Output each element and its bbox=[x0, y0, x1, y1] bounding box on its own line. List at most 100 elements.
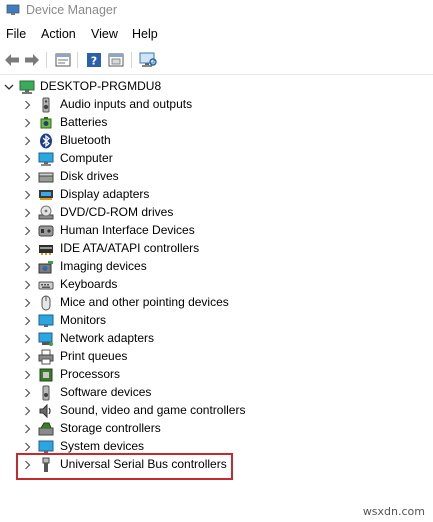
tree-category-row[interactable]: Software devices bbox=[0, 384, 433, 402]
tree-category-row[interactable]: Computer bbox=[0, 150, 433, 168]
tree-category-label: Processors bbox=[60, 367, 121, 381]
tree-category-label: Software devices bbox=[60, 385, 152, 399]
chevron-right-icon[interactable] bbox=[21, 260, 33, 274]
chevron-right-icon[interactable] bbox=[21, 278, 33, 292]
watermark-text: wsxdn.com bbox=[362, 505, 425, 518]
camera-icon bbox=[38, 261, 53, 274]
properties-button[interactable] bbox=[53, 50, 73, 70]
tree-category-row[interactable]: Storage controllers bbox=[0, 420, 433, 438]
computer-root-icon bbox=[19, 80, 35, 94]
tree-category-row[interactable]: Keyboards bbox=[0, 276, 433, 294]
tree-category-label: Storage controllers bbox=[60, 421, 161, 435]
tree-category-label: Network adapters bbox=[60, 331, 155, 345]
tree-category-row[interactable]: Print queues bbox=[0, 348, 433, 366]
printer-icon bbox=[38, 349, 54, 365]
chevron-right-icon[interactable] bbox=[21, 440, 33, 454]
chevron-right-icon[interactable] bbox=[21, 152, 33, 166]
tree-category-label: DVD/CD-ROM drives bbox=[60, 205, 174, 219]
chevron-right-icon[interactable] bbox=[21, 350, 33, 364]
tree-category-label: Keyboards bbox=[60, 277, 118, 291]
tree-category-label: Imaging devices bbox=[60, 259, 147, 273]
menu-help[interactable]: Help bbox=[132, 27, 158, 41]
menu-view[interactable]: View bbox=[91, 27, 118, 41]
tree-category-row[interactable]: Human Interface Devices bbox=[0, 222, 433, 240]
chevron-right-icon[interactable] bbox=[21, 98, 33, 112]
chevron-right-icon[interactable] bbox=[21, 242, 33, 256]
tree-category-row[interactable]: Mice and other pointing devices bbox=[0, 294, 433, 312]
tree-category-label: Display adapters bbox=[60, 187, 150, 201]
tree-category-row[interactable]: Disk drives bbox=[0, 168, 433, 186]
disk-drive-icon bbox=[38, 172, 54, 183]
help-icon: ? bbox=[87, 53, 101, 68]
network-adapter-icon bbox=[38, 332, 53, 346]
chevron-right-icon[interactable] bbox=[21, 332, 33, 346]
show-hidden-icon bbox=[108, 53, 124, 67]
menu-file[interactable]: File bbox=[6, 27, 26, 41]
menu-action[interactable]: Action bbox=[41, 27, 76, 41]
chevron-right-icon[interactable] bbox=[21, 386, 33, 400]
show-hidden-button[interactable] bbox=[106, 50, 126, 70]
tree-category-row[interactable]: Bluetooth bbox=[0, 132, 433, 150]
chevron-right-icon[interactable] bbox=[21, 314, 33, 328]
tree-category-label: Print queues bbox=[60, 349, 128, 363]
tree-category-row[interactable]: Audio inputs and outputs bbox=[0, 96, 433, 114]
tree-category-row[interactable]: DVD/CD-ROM drives bbox=[0, 204, 433, 222]
tree-category-label: Mice and other pointing devices bbox=[60, 295, 229, 309]
chevron-right-icon[interactable] bbox=[21, 134, 33, 148]
chevron-right-icon[interactable] bbox=[21, 368, 33, 382]
tree-root-node[interactable]: DESKTOP-PRGMDU8 bbox=[0, 78, 433, 96]
tree-category-label: Audio inputs and outputs bbox=[60, 97, 193, 111]
properties-icon bbox=[55, 53, 71, 67]
tree-category-label: Computer bbox=[60, 151, 113, 165]
tree-category-row[interactable]: Batteries bbox=[0, 114, 433, 132]
speaker-icon bbox=[42, 97, 50, 113]
chevron-right-icon[interactable] bbox=[21, 224, 33, 238]
tree-category-row[interactable]: Processors bbox=[0, 366, 433, 384]
ide-controller-icon bbox=[39, 245, 53, 255]
chevron-right-icon[interactable] bbox=[21, 206, 33, 220]
tree-root-label: DESKTOP-PRGMDU8 bbox=[40, 79, 162, 93]
toolbar-separator bbox=[131, 52, 132, 68]
toolbar-separator bbox=[46, 52, 47, 68]
chevron-down-icon[interactable] bbox=[3, 80, 15, 94]
window-title: Device Manager bbox=[26, 3, 118, 17]
back-icon bbox=[5, 54, 19, 66]
monitor-icon bbox=[38, 314, 54, 327]
computer-icon bbox=[38, 152, 54, 166]
tree-category-row[interactable]: IDE ATA/ATAPI controllers bbox=[0, 240, 433, 258]
help-button[interactable]: ? bbox=[84, 50, 104, 70]
dvd-icon bbox=[38, 205, 54, 220]
software-device-icon bbox=[42, 385, 50, 401]
processor-icon bbox=[39, 368, 53, 382]
chevron-right-icon[interactable] bbox=[21, 188, 33, 202]
tree-category-row[interactable]: Imaging devices bbox=[0, 258, 433, 276]
forward-button[interactable] bbox=[22, 50, 42, 70]
tree-category-label: Disk drives bbox=[60, 169, 119, 183]
tree-category-label: Sound, video and game controllers bbox=[60, 403, 246, 417]
scan-hardware-button[interactable] bbox=[138, 50, 158, 70]
bluetooth-icon bbox=[40, 133, 52, 149]
back-button[interactable] bbox=[2, 50, 22, 70]
tree-category-row[interactable]: Monitors bbox=[0, 312, 433, 330]
chevron-right-icon[interactable] bbox=[21, 296, 33, 310]
menu-bar: File Action View Help bbox=[0, 24, 433, 46]
hid-icon bbox=[38, 225, 54, 237]
mouse-icon bbox=[41, 295, 51, 311]
tree-category-label: Bluetooth bbox=[60, 133, 111, 147]
chevron-right-icon[interactable] bbox=[21, 170, 33, 184]
chevron-right-icon[interactable] bbox=[21, 404, 33, 418]
usb-highlight-box bbox=[16, 453, 233, 480]
device-manager-app-icon bbox=[6, 4, 20, 15]
tree-category-row[interactable]: Network adapters bbox=[0, 330, 433, 348]
tree-category-row[interactable]: Sound, video and game controllers bbox=[0, 402, 433, 420]
toolbar-separator bbox=[77, 52, 78, 68]
chevron-right-icon[interactable] bbox=[21, 422, 33, 436]
tree-category-row[interactable]: Display adapters bbox=[0, 186, 433, 204]
tree-category-label: Human Interface Devices bbox=[60, 223, 195, 237]
svg-text:?: ? bbox=[91, 55, 97, 68]
toolbar: ? bbox=[0, 46, 433, 75]
battery-icon bbox=[40, 117, 52, 129]
sound-controller-icon bbox=[39, 403, 51, 419]
forward-icon bbox=[25, 54, 39, 66]
chevron-right-icon[interactable] bbox=[21, 116, 33, 130]
